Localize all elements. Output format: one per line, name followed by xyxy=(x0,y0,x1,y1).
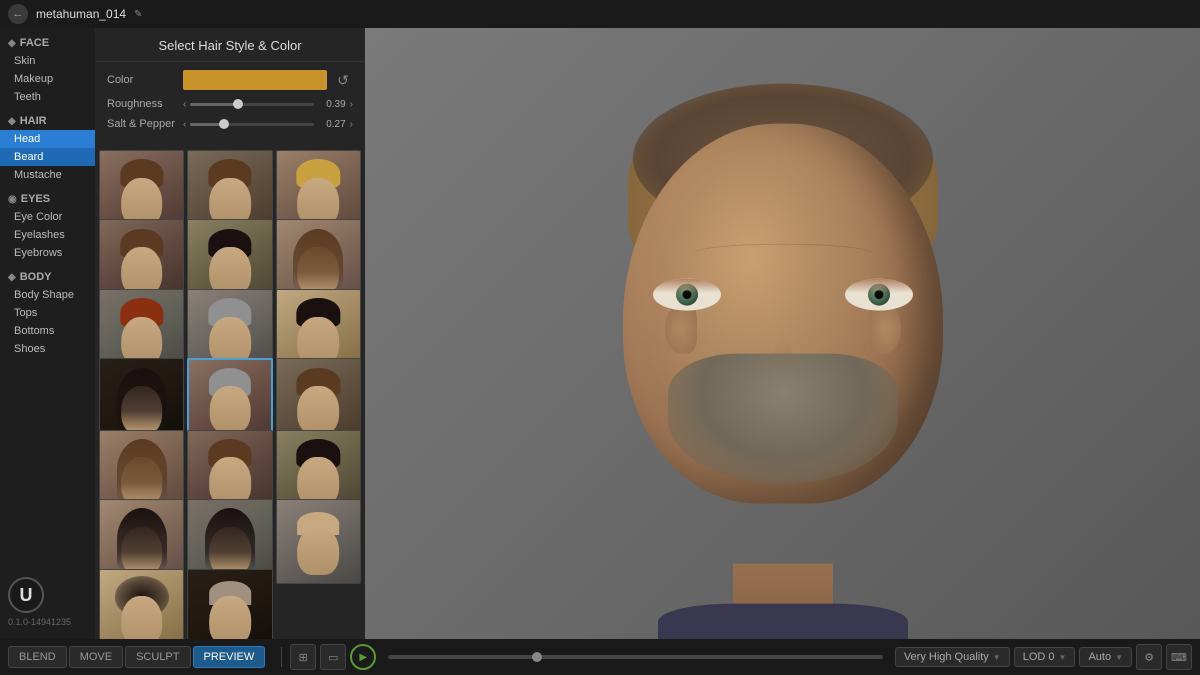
frame-button[interactable]: ▭ xyxy=(320,644,346,670)
hair-style-grid xyxy=(95,146,365,639)
body-section-label: BODY xyxy=(20,271,52,283)
hair-panel: Select Hair Style & Color Color ↺ Roughn… xyxy=(95,28,365,639)
toolbar-divider-1 xyxy=(281,647,282,667)
bottom-toolbar: BLEND MOVE SCULPT PREVIEW ⊞ ▭ ▶ Very Hig… xyxy=(0,639,1200,675)
version-text: 0.1.0-14941235 xyxy=(8,617,71,627)
auto-label: Auto xyxy=(1088,651,1111,663)
saltpepper-decrease-btn[interactable]: ‹ xyxy=(183,119,186,130)
sidebar-item-shoes[interactable]: Shoes xyxy=(0,340,95,358)
saltpepper-slider-container: ‹ 0.27 › xyxy=(183,119,353,130)
quality-dropdown[interactable]: Very High Quality ▼ xyxy=(895,647,1010,667)
shirt xyxy=(658,603,908,639)
eye-left xyxy=(653,278,721,310)
sidebar-item-bodyshape[interactable]: Body Shape xyxy=(0,286,95,304)
ear-right xyxy=(869,303,901,353)
saltpepper-label: Salt & Pepper xyxy=(107,118,177,130)
sidebar-item-makeup[interactable]: Makeup xyxy=(0,70,95,88)
timeline-bar[interactable] xyxy=(388,655,883,659)
eye-white-left xyxy=(653,278,721,310)
sidebar-item-head[interactable]: Head xyxy=(0,130,95,148)
keyboard-icon-btn[interactable]: ⌨ xyxy=(1166,644,1192,670)
sidebar-item-eyelashes[interactable]: Eyelashes xyxy=(0,226,95,244)
project-title: metahuman_014 xyxy=(36,7,126,21)
roughness-slider-container: ‹ 0.39 › xyxy=(183,99,353,110)
hair-thumb-18[interactable] xyxy=(99,569,184,639)
color-control-row: Color ↺ xyxy=(107,70,353,90)
eyes-area xyxy=(653,278,913,310)
color-reset-button[interactable]: ↺ xyxy=(333,70,353,90)
lod-dropdown-arrow: ▼ xyxy=(1059,653,1067,662)
eyes-section-label: EYES xyxy=(21,193,50,205)
sidebar-section-hair: ◆ HAIR xyxy=(0,110,95,130)
hair-thumb-17[interactable] xyxy=(276,499,361,584)
auto-dropdown[interactable]: Auto ▼ xyxy=(1079,647,1132,667)
timeline-position xyxy=(532,652,542,662)
roughness-label: Roughness xyxy=(107,98,177,110)
sidebar-item-eyecolor[interactable]: Eye Color xyxy=(0,208,95,226)
hair-thumb-19[interactable] xyxy=(187,569,272,639)
eye-white-right xyxy=(845,278,913,310)
roughness-slider-track[interactable] xyxy=(190,103,313,106)
hair-section-label: HAIR xyxy=(20,115,47,127)
face-section-label: FACE xyxy=(20,37,49,49)
sidebar-item-mustache[interactable]: Mustache xyxy=(0,166,95,184)
eye-right xyxy=(845,278,913,310)
sidebar-item-tops[interactable]: Tops xyxy=(0,304,95,322)
play-button[interactable]: ▶ xyxy=(350,644,376,670)
body-section-icon: ◆ xyxy=(8,272,16,283)
lod-label: LOD 0 xyxy=(1023,651,1055,663)
panel-title: Select Hair Style & Color xyxy=(95,28,365,62)
panel-controls: Color ↺ Roughness ‹ 0.39 › xyxy=(95,62,365,146)
saltpepper-slider-track[interactable] xyxy=(190,123,313,126)
saltpepper-increase-btn[interactable]: › xyxy=(350,119,353,130)
sidebar-section-eyes: ◉ EYES xyxy=(0,188,95,208)
saltpepper-control-row: Salt & Pepper ‹ 0.27 › xyxy=(107,118,353,130)
quality-dropdown-arrow: ▼ xyxy=(993,653,1001,662)
eyes-section-icon: ◉ xyxy=(8,194,17,205)
hair-section-icon: ◆ xyxy=(8,116,16,127)
eyelid-left xyxy=(653,278,721,292)
auto-dropdown-arrow: ▼ xyxy=(1115,653,1123,662)
sidebar-logo-area: U 0.1.0-14941235 xyxy=(0,569,95,635)
sidebar: ◆ FACE Skin Makeup Teeth ◆ HAIR Head Bea… xyxy=(0,28,95,639)
sidebar-item-eyebrows[interactable]: Eyebrows xyxy=(0,244,95,262)
move-button[interactable]: MOVE xyxy=(69,646,123,668)
blend-button[interactable]: BLEND xyxy=(8,646,67,668)
bottom-right-controls: Very High Quality ▼ LOD 0 ▼ Auto ▼ ⚙ ⌨ xyxy=(895,644,1192,670)
sidebar-item-skin[interactable]: Skin xyxy=(0,52,95,70)
edit-title-icon[interactable]: ✎ xyxy=(134,9,142,20)
main-layout: ◆ FACE Skin Makeup Teeth ◆ HAIR Head Bea… xyxy=(0,28,1200,639)
ue-logo: U xyxy=(8,577,44,613)
roughness-decrease-btn[interactable]: ‹ xyxy=(183,99,186,110)
saltpepper-value: 0.27 xyxy=(318,119,346,130)
sidebar-section-face: ◆ FACE xyxy=(0,32,95,52)
preview-button[interactable]: PREVIEW xyxy=(193,646,266,668)
grid-view-button[interactable]: ⊞ xyxy=(290,644,316,670)
roughness-control-row: Roughness ‹ 0.39 › xyxy=(107,98,353,110)
beard xyxy=(668,353,898,483)
sidebar-item-beard[interactable]: Beard xyxy=(0,148,95,166)
roughness-increase-btn[interactable]: › xyxy=(350,99,353,110)
color-swatch[interactable] xyxy=(183,70,327,90)
back-button[interactable]: ← xyxy=(8,4,28,24)
face-section-icon: ◆ xyxy=(8,38,16,49)
sculpt-button[interactable]: SCULPT xyxy=(125,646,190,668)
face-base xyxy=(623,123,943,503)
color-label: Color xyxy=(107,74,177,86)
ear-left xyxy=(665,303,697,353)
sidebar-item-teeth[interactable]: Teeth xyxy=(0,88,95,106)
settings-icon-btn[interactable]: ⚙ xyxy=(1136,644,1162,670)
roughness-value: 0.39 xyxy=(318,99,346,110)
lod-dropdown[interactable]: LOD 0 ▼ xyxy=(1014,647,1076,667)
mode-buttons: BLEND MOVE SCULPT PREVIEW xyxy=(8,646,265,668)
eyelid-right xyxy=(845,278,913,292)
sidebar-section-body: ◆ BODY xyxy=(0,266,95,286)
sidebar-item-bottoms[interactable]: Bottoms xyxy=(0,322,95,340)
face-render xyxy=(543,63,1023,583)
top-bar: ← metahuman_014 ✎ xyxy=(0,0,1200,28)
quality-label: Very High Quality xyxy=(904,651,989,663)
viewport xyxy=(365,28,1200,639)
